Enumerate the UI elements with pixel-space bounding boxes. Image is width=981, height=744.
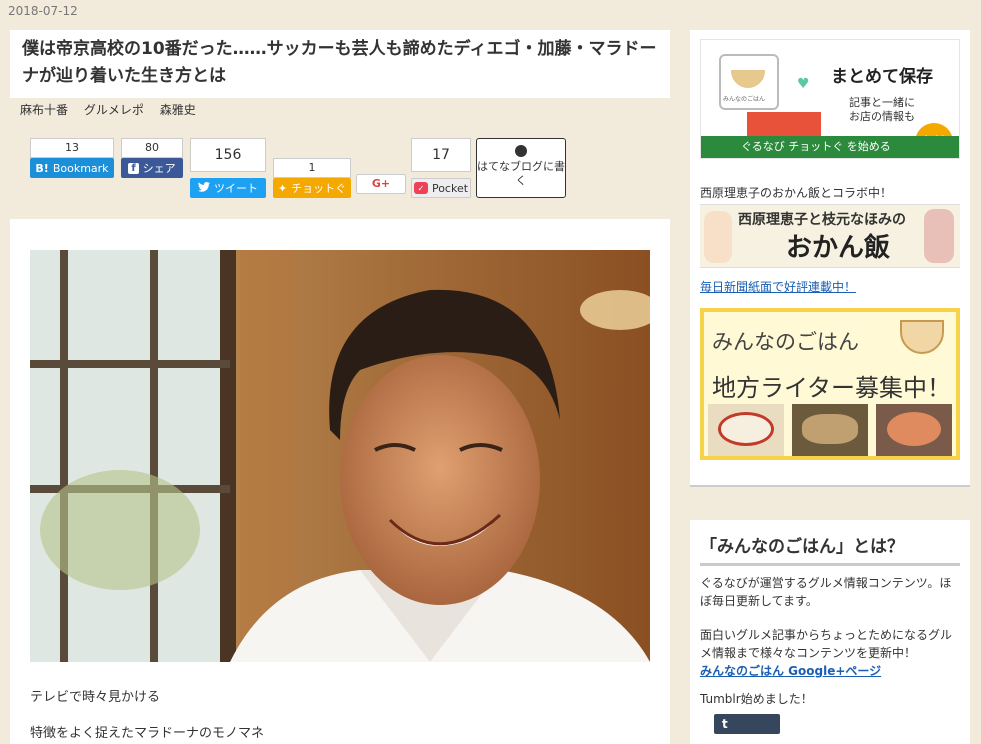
shop-illustration (747, 112, 821, 138)
cartoon-woman-right (924, 209, 954, 263)
twitter-share[interactable]: 156 ツイート (190, 138, 266, 198)
about-text-2-body: 面白いグルメ記事からちょっとためになるグルメ情報まで様々なコンテンツを更新中！ (700, 628, 953, 660)
gurunavi-count: 1 (273, 158, 351, 178)
okanmeshi-authors: 西原理恵子と枝元なほみの (738, 212, 906, 228)
chottogu-banner[interactable]: みんなのごはん ♥ まとめて保存 記事と一緒に お店の情報も 無料 ぐるなび チ… (700, 39, 960, 159)
article-paragraph: 特徴をよく捉えたマラドーナのモノマネ (30, 726, 265, 741)
okanmeshi-banner[interactable]: 西原理恵子と枝元なほみの おかん飯 (700, 204, 960, 268)
twitter-count: 156 (190, 138, 266, 172)
hatena-blog-label: はてなブログに書く (477, 160, 565, 187)
tweet-button[interactable]: ツイート (190, 178, 266, 198)
ramen-photo (708, 404, 784, 456)
article-title: 僕は帝京高校の10番だった……サッカーも芸人も諦めたディエゴ・加藤・マラドーナが… (22, 39, 657, 86)
sidebar-banners: みんなのごはん ♥ まとめて保存 記事と一緒に お店の情報も 無料 ぐるなび チ… (690, 30, 970, 487)
pocket-button[interactable]: ✓ Pocket (411, 178, 471, 198)
pocket-share[interactable]: 17 ✓ Pocket (411, 138, 471, 198)
smiling-man-photo (30, 250, 650, 662)
facebook-share[interactable]: 80 f シェア (121, 138, 183, 178)
hatena-blog-write-button[interactable]: はてなブログに書く (476, 138, 566, 198)
facebook-count: 80 (121, 138, 183, 158)
hatena-bookmark-button[interactable]: B! Bookmark (30, 158, 114, 178)
rice-bowl-icon (900, 320, 944, 354)
about-heading: 「みんなのごはん」とは？ (700, 532, 960, 566)
hatena-bookmark-share[interactable]: 13 B! Bookmark (30, 138, 114, 178)
tag-link[interactable]: 麻布十番 (20, 103, 68, 117)
hatena-blog-icon (515, 145, 527, 157)
okanmeshi-title: おかん飯 (786, 233, 891, 263)
tweet-label: ツイート (214, 182, 258, 195)
pocket-icon: ✓ (413, 182, 428, 194)
tumblr-text: Tumblr始めました！ (700, 692, 813, 706)
google-plus-button[interactable]: G+ (356, 174, 406, 194)
facebook-icon: f (128, 162, 139, 174)
facebook-share-button[interactable]: f シェア (121, 158, 183, 178)
fork-knife-icon: ✦ (277, 181, 288, 195)
article-tags: 麻布十番 グルメレポ 森雅史 (20, 101, 208, 118)
article-body: テレビで時々見かける 特徴をよく捉えたマラドーナのモノマネ (10, 219, 670, 744)
oyster-photo (792, 404, 868, 456)
mainichi-link[interactable]: 毎日新聞紙面で好評連載中！ (700, 278, 856, 295)
recruit-brand: みんなのごはん (712, 330, 859, 354)
okanmeshi-caption: 西原理恵子のおかん飯とコラボ中！ (700, 186, 893, 200)
tag-link[interactable]: 森雅史 (160, 103, 196, 117)
cartoon-woman-left (704, 211, 732, 263)
recruit-headline: 地方ライター募集中！ (712, 374, 952, 402)
banner1-sub: 記事と一緒に お店の情報も (849, 96, 915, 123)
article-title-box: 僕は帝京高校の10番だった……サッカーも芸人も諦めたディエゴ・加藤・マラドーナが… (10, 30, 670, 98)
google-plus-page-link[interactable]: みんなのごはん Google+ページ (700, 664, 881, 678)
pocket-count: 17 (411, 138, 471, 172)
heart-icon: ♥ (797, 76, 810, 92)
tag-link[interactable]: グルメレポ (84, 103, 144, 117)
pocket-label: Pocket (431, 181, 469, 195)
seafood-bowl-photo (876, 404, 952, 456)
chottogu-label: チョットぐ (291, 182, 347, 195)
facebook-label: シェア (142, 162, 176, 175)
banner1-cta-bar: ぐるなび チョットぐ を始める (701, 136, 959, 158)
gurunavi-share[interactable]: 1 ✦ チョットぐ (273, 158, 351, 198)
about-section: 「みんなのごはん」とは？ ぐるなびが運営するグルメ情報コンテンツ。ほぼ毎日更新し… (690, 520, 970, 744)
article-paragraph: テレビで時々見かける (30, 690, 161, 705)
post-date: 2018-07-12 (8, 4, 78, 18)
about-text: ぐるなびが運営するグルメ情報コンテンツ。ほぼ毎日更新してます。 (700, 576, 952, 608)
twitter-bird-icon (198, 181, 210, 195)
hatena-count: 13 (30, 138, 114, 158)
banner1-title: まとめて保存 (831, 67, 933, 87)
writer-recruit-banner[interactable]: みんなのごはん 地方ライター募集中！ (700, 308, 960, 460)
hatena-icon: B! (35, 161, 49, 175)
hatena-label: Bookmark (52, 161, 109, 175)
about-text-2: 面白いグルメ記事からちょっとためになるグルメ情報まで様々なコンテンツを更新中！ … (700, 626, 962, 680)
article-photo (30, 250, 650, 662)
banner1-brand: みんなのごはん (723, 96, 766, 103)
tumblr-follow-button[interactable]: t (714, 714, 780, 734)
chottogu-button[interactable]: ✦ チョットぐ (273, 178, 351, 198)
